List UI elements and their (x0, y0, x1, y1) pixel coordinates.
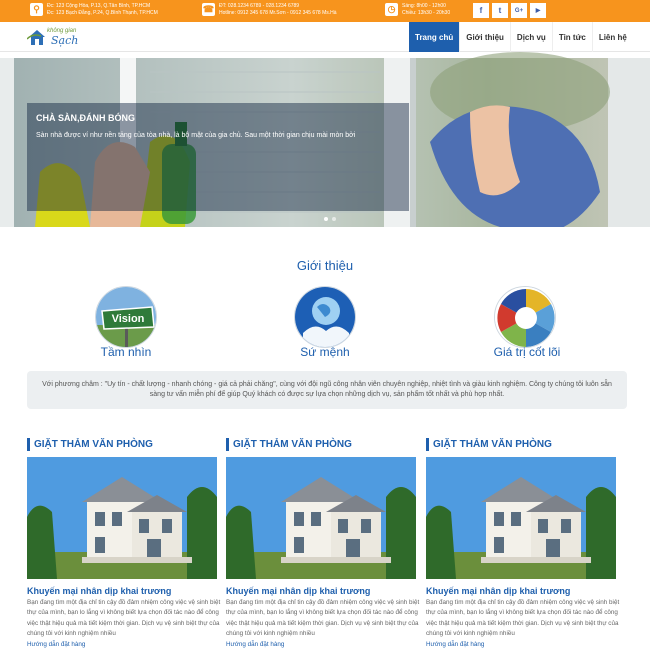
card-link[interactable]: Hướng dẫn đặt hàng (426, 640, 616, 650)
address-line-2: Đc: 123 Bạch Đằng, P.24, Q.Bình Thạnh, T… (47, 9, 158, 16)
core-values-wheel-icon (495, 287, 555, 347)
villa-photo (426, 457, 616, 579)
core-values-image[interactable] (494, 286, 556, 348)
card-text: Bạn đang tìm một địa chỉ tin cậy đồ đảm … (27, 599, 221, 638)
nav-item-home[interactable]: Trang chủ (409, 22, 460, 52)
globe-hands-icon (295, 287, 355, 347)
youtube-icon[interactable]: ▶ (530, 3, 546, 18)
nav-item-about[interactable]: Giới thiệu (459, 22, 510, 52)
site-header: không gian Sạch Trang chủ Giới thiệu Dịc… (0, 22, 650, 52)
top-info-bar: ⚲ Đc: 123 Cộng Hòa, P.13, Q.Tân Bình, TP… (0, 0, 650, 22)
card-title[interactable]: GIẶT THẢM VĂN PHÒNG (226, 438, 416, 451)
slide-text: Sàn nhà được ví như nền tảng của tòa nhà… (36, 132, 356, 139)
slider-dots (324, 217, 336, 221)
address-info: ⚲ Đc: 123 Cộng Hòa, P.13, Q.Tân Bình, TP… (30, 3, 158, 16)
villa-image[interactable] (426, 457, 616, 579)
slider-dot-2[interactable] (332, 217, 336, 221)
hours-line-1: Sáng: 8h00 - 12h00 (402, 3, 446, 9)
villa-image[interactable] (226, 457, 416, 579)
villa-photo (226, 457, 416, 579)
service-card: GIẶT THẢM VĂN PHÒNG Khuyến mại nhân dịp … (426, 438, 619, 650)
hours-line-2: Chiều: 13h30 - 20h30 (402, 9, 451, 16)
clock-icon: ◷ (385, 3, 398, 16)
map-marker-icon: ⚲ (30, 3, 43, 16)
card-title[interactable]: GIẶT THẢM VĂN PHÒNG (426, 438, 616, 451)
card-subtitle[interactable]: Khuyến mại nhân dịp khai trương (226, 586, 416, 596)
phone-icon: ☎ (202, 3, 215, 16)
slide-caption: CHÀ SÀN,ĐÁNH BÓNG Sàn nhà được ví như nề… (27, 103, 409, 211)
card-text: Bạn đang tìm một địa chỉ tin cậy đồ đảm … (426, 599, 620, 638)
villa-photo (27, 457, 217, 579)
card-subtitle[interactable]: Khuyến mại nhân dịp khai trương (27, 586, 217, 596)
mission-image[interactable] (294, 286, 356, 348)
card-link[interactable]: Hướng dẫn đặt hàng (226, 640, 416, 650)
google-plus-icon[interactable]: G+ (511, 3, 527, 18)
address-line-1: Đc: 123 Cộng Hòa, P.13, Q.Tân Bình, TP.H… (47, 3, 151, 9)
vision-sign-icon: Vision (96, 287, 156, 347)
nav-item-contact[interactable]: Liên hệ (591, 22, 633, 52)
site-logo[interactable]: không gian Sạch (27, 26, 89, 48)
mission-label[interactable]: Sứ mệnh (255, 345, 395, 359)
card-link[interactable]: Hướng dẫn đặt hàng (27, 640, 217, 650)
vision-sign-text: Vision (112, 313, 145, 325)
house-logo-icon (27, 30, 45, 45)
service-card: GIẶT THẢM VĂN PHÒNG Khuyến mại nhân dịp … (27, 438, 220, 650)
service-card: GIẶT THẢM VĂN PHÒNG Khuyến mại nhân dịp … (226, 438, 419, 650)
nav-item-news[interactable]: Tin tức (551, 22, 592, 52)
main-nav: Trang chủ Giới thiệu Dịch vụ Tin tức Liê… (409, 22, 633, 52)
facebook-icon[interactable]: f (473, 3, 489, 18)
card-title[interactable]: GIẶT THẢM VĂN PHÒNG (27, 438, 217, 451)
card-text: Bạn đang tìm một địa chỉ tin cậy đồ đảm … (226, 599, 420, 638)
intro-heading: Giới thiệu (296, 258, 354, 273)
twitter-icon[interactable]: t (492, 3, 508, 18)
phone-line-2: Hotline: 0912 345 678 Mr.Sơn - 0912 345 … (219, 9, 337, 16)
social-links: f t G+ ▶ (473, 3, 546, 18)
slide-title: CHÀ SÀN,ĐÁNH BÓNG (36, 113, 135, 123)
nav-item-services[interactable]: Dịch vụ (509, 22, 552, 52)
logo-name: Sạch (51, 34, 79, 47)
hero-slider[interactable]: CHÀ SÀN,ĐÁNH BÓNG Sàn nhà được ví như nề… (0, 52, 650, 227)
vision-label[interactable]: Tầm nhìn (56, 345, 196, 359)
villa-image[interactable] (27, 457, 217, 579)
slider-dot-1[interactable] (324, 217, 328, 221)
mission-statement: Với phương châm : "Uy tín - chất lượng -… (27, 371, 627, 409)
phone-info: ☎ ĐT: 028.1234 6789 - 028.1234 6789 Hotl… (202, 3, 337, 16)
card-subtitle[interactable]: Khuyến mại nhân dịp khai trương (426, 586, 616, 596)
vision-image[interactable]: Vision (95, 286, 157, 348)
core-values-label[interactable]: Giá trị cốt lõi (457, 345, 597, 359)
hours-info: ◷ Sáng: 8h00 - 12h00 Chiều: 13h30 - 20h3… (385, 3, 450, 16)
